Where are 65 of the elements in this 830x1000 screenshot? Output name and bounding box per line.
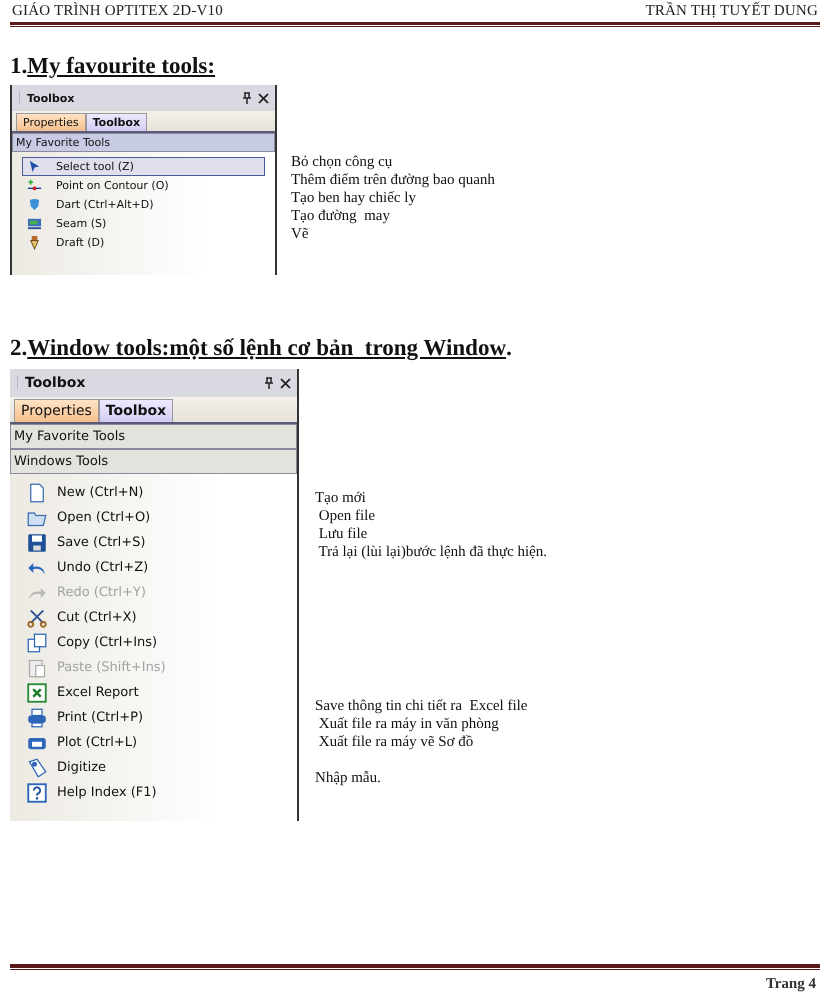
section-number: 1. (10, 53, 28, 79)
sewing-machine-icon (27, 216, 42, 231)
tool-item[interactable]: Plot (Ctrl+L) (22, 730, 297, 755)
note-text: Xuất file ra máy vẽ Sơ đồ (318, 733, 474, 751)
tool-item[interactable]: Dart (Ctrl+Alt+D) (22, 195, 265, 214)
tool-item[interactable]: Draft (D) (22, 233, 265, 252)
group-header[interactable]: My Favorite Tools (10, 424, 297, 449)
tool-item[interactable]: Save (Ctrl+S) (22, 530, 297, 555)
note-text: Nhập mẫu. (315, 769, 382, 787)
tool-item[interactable]: Select tool (Z) (22, 157, 265, 176)
panel-title: Toolbox (25, 375, 86, 391)
close-icon[interactable] (280, 378, 291, 388)
note-text: Save thông tin chi tiết ra Excel file (315, 697, 528, 715)
book-title: GIÁO TRÌNH OPTITEX 2D-V10 (12, 3, 223, 20)
group-header[interactable]: Windows Tools (10, 449, 297, 474)
title-period: . (506, 335, 512, 361)
printer-icon (27, 708, 47, 728)
page-number: Trang 4 (766, 976, 816, 994)
panel-tab[interactable]: Toolbox (98, 399, 174, 422)
tool-item[interactable]: Excel Report (22, 680, 297, 705)
pen-icon (27, 235, 42, 250)
clipboard-icon (27, 658, 47, 678)
tool-item[interactable]: Seam (S) (22, 214, 265, 233)
grip-icon (18, 91, 21, 105)
tool-item[interactable]: Undo (Ctrl+Z) (22, 555, 297, 580)
shield-icon (27, 197, 42, 212)
arrow-icon (27, 159, 42, 174)
tool-item[interactable]: New (Ctrl+N) (22, 480, 297, 505)
panel-tab[interactable]: Properties (16, 113, 86, 131)
note-text: Tạo mới (315, 489, 367, 507)
panel-tab[interactable]: Properties (14, 399, 99, 422)
panel-tab[interactable]: Toolbox (86, 113, 148, 131)
tool-item[interactable]: Copy (Ctrl+Ins) (22, 630, 297, 655)
note-text: Xuất file ra máy in văn phòng (318, 715, 500, 733)
copy-icon (27, 632, 47, 652)
pin-icon[interactable] (264, 377, 274, 389)
tool-item[interactable]: Help Index (F1) (22, 780, 297, 805)
tool-item[interactable]: Cut (Ctrl+X) (22, 605, 297, 630)
note-text: Trả lại (lùi lại)bước lệnh đã thực hiện. (317, 543, 548, 561)
section-number: 2. (10, 335, 28, 361)
note-text: Tạo đường may (291, 207, 391, 225)
note-text: Tạo ben hay chiếc ly (291, 189, 417, 207)
help-icon (27, 782, 47, 802)
spreadsheet-icon (27, 682, 47, 702)
grip-icon (16, 376, 19, 390)
document-icon (27, 482, 47, 502)
close-icon[interactable] (258, 92, 269, 104)
tool-item[interactable]: Digitize (22, 755, 297, 780)
note-text: Bỏ chọn công cụ (291, 153, 394, 171)
tool-item[interactable]: Print (Ctrl+P) (22, 705, 297, 730)
author-name: TRẦN THỊ TUYẾT DUNG (645, 3, 818, 20)
point-on-line-icon (27, 178, 42, 193)
digitizer-icon (27, 758, 47, 778)
panel-title: Toolbox (27, 92, 76, 104)
tool-item[interactable]: Open (Ctrl+O) (22, 505, 297, 530)
note-text: Lưu file (318, 525, 368, 543)
pin-icon[interactable] (242, 92, 252, 104)
note-text: Vẽ (291, 225, 310, 243)
section-title: Window tools:một số lệnh cơ bản trong Window (27, 335, 506, 361)
tool-item[interactable]: Point on Contour (O) (22, 176, 265, 195)
section-title: My favourite tools: (27, 53, 216, 79)
note-text: Thêm điểm trên đường bao quanh (291, 171, 495, 189)
scissors-icon (27, 608, 47, 628)
group-header[interactable]: My Favorite Tools (12, 133, 275, 152)
note-text: Open file (318, 507, 376, 525)
